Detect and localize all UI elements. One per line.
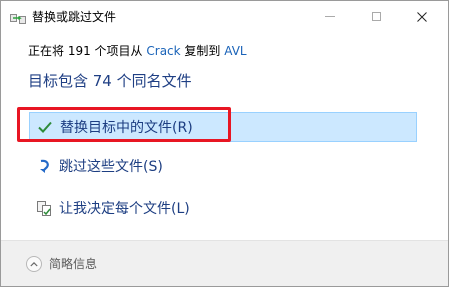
- maximize-button[interactable]: [353, 1, 399, 31]
- replace-or-skip-dialog: 替换或跳过文件 正在将 191 个项目从 Crack 复制到 AVL 目标包含 …: [0, 0, 449, 287]
- title-bar[interactable]: 替换或跳过文件: [1, 1, 448, 33]
- decide-each-file-label: 让我决定每个文件(L): [59, 201, 190, 217]
- window-title: 替换或跳过文件: [32, 10, 117, 24]
- checkmark-icon: [37, 119, 53, 135]
- skip-files-option[interactable]: 跳过这些文件(S): [29, 151, 417, 181]
- conflict-headline: 目标包含 74 个同名文件: [28, 72, 192, 90]
- skip-files-label: 跳过这些文件(S): [59, 159, 163, 175]
- close-button[interactable]: [399, 1, 445, 31]
- maximize-icon: [371, 11, 381, 21]
- compare-files-icon: [36, 200, 52, 216]
- minimize-button[interactable]: [307, 1, 353, 31]
- dialog-footer: 简略信息: [1, 241, 448, 286]
- replace-files-label: 替换目标中的文件(R): [60, 120, 193, 136]
- replace-files-option[interactable]: 替换目标中的文件(R): [29, 112, 417, 142]
- source-folder-link[interactable]: Crack: [146, 44, 180, 58]
- fewer-details-button[interactable]: 简略信息: [26, 255, 97, 272]
- destination-folder-link[interactable]: AVL: [224, 44, 246, 58]
- copy-status-middle: 复制到: [184, 44, 221, 58]
- skip-arrow-icon: [36, 158, 52, 174]
- copy-status-prefix: 正在将 191 个项目从: [28, 44, 143, 58]
- file-transfer-icon: [10, 11, 26, 25]
- chevron-up-icon: [26, 255, 42, 272]
- minimize-icon: [325, 15, 335, 17]
- fewer-details-label: 简略信息: [49, 257, 98, 271]
- close-icon: [417, 7, 427, 26]
- decide-each-file-option[interactable]: 让我决定每个文件(L): [29, 193, 417, 223]
- copy-status-text: 正在将 191 个项目从 Crack 复制到 AVL: [28, 43, 247, 59]
